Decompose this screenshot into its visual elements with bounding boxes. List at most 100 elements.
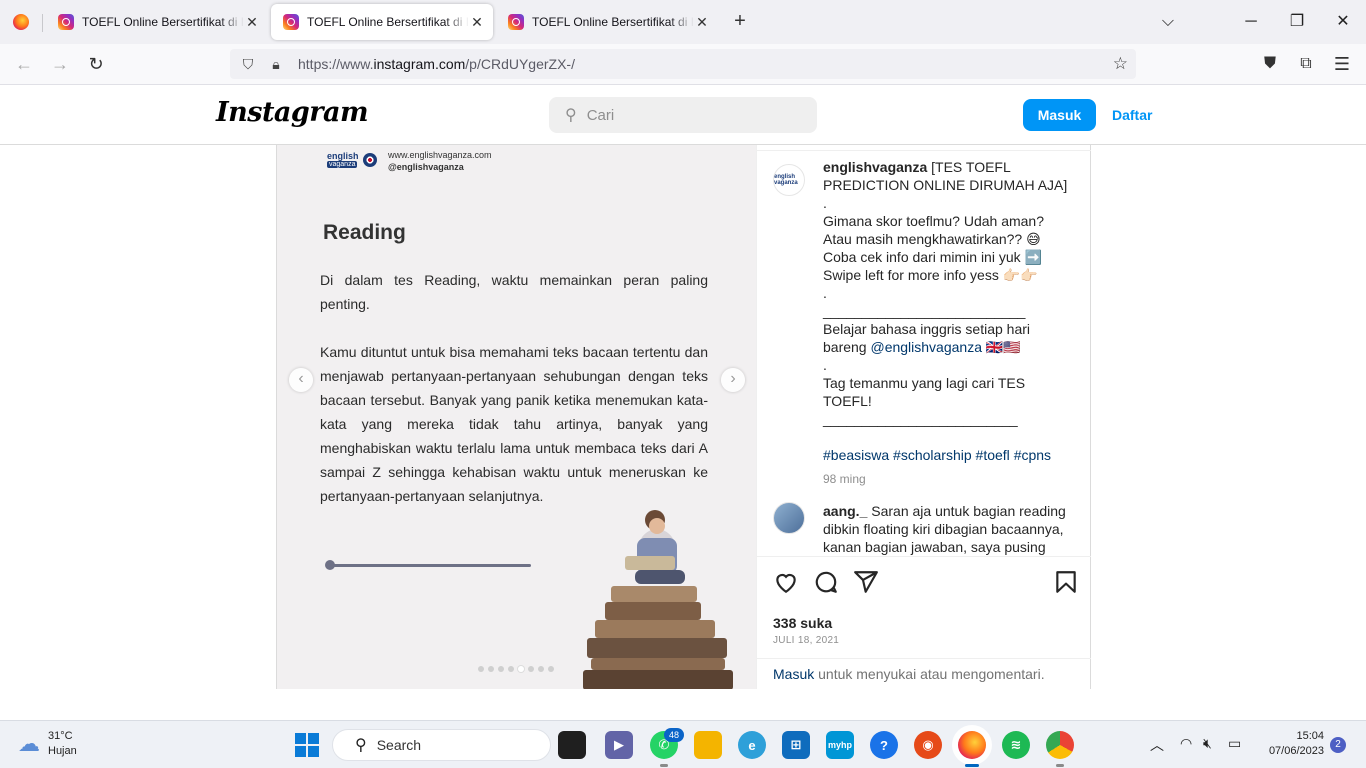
volume-muted-icon[interactable]: 🔇︎	[1203, 735, 1212, 752]
spotify-icon[interactable]: ≋	[1002, 731, 1030, 759]
commenter-username[interactable]: aang._	[823, 503, 867, 519]
minimize-icon[interactable]: ─	[1239, 10, 1263, 34]
login-button[interactable]: Masuk	[1023, 99, 1096, 131]
hashtag-link[interactable]: #cpns	[1014, 447, 1051, 463]
clock-date: 07/06/2023	[1268, 745, 1324, 757]
carousel-dot	[518, 666, 524, 672]
battery-icon[interactable]: ▭	[1228, 735, 1241, 752]
divider	[757, 150, 1091, 151]
hashtag-link[interactable]: #beasiswa	[823, 447, 889, 463]
forward-arrow-icon[interactable]: →	[48, 52, 72, 76]
chrome-icon[interactable]	[1046, 731, 1074, 767]
lock-icon[interactable]: 🔒︎	[266, 56, 286, 73]
share-icon[interactable]	[853, 569, 879, 595]
tab-close-icon[interactable]: ✕	[694, 14, 710, 31]
tab-1[interactable]: TOEFL Online Bersertifikat di Ins ✕	[46, 4, 268, 40]
brand-logo-text-top: english	[327, 151, 359, 161]
firefox-view-button[interactable]	[0, 0, 42, 44]
notification-badge[interactable]: 2	[1330, 737, 1346, 753]
post-container: english vaganza www.englishvaganza.com @…	[276, 137, 1091, 689]
tab-3[interactable]: TOEFL Online Bersertifikat di Ins ✕	[496, 4, 718, 40]
web-page: Instagram ⚲ Masuk Daftar english vaganza…	[0, 85, 1366, 720]
pocket-icon[interactable]: ⛊	[1258, 52, 1282, 76]
back-arrow-icon[interactable]: ←	[12, 52, 36, 76]
firefox-taskbar-icon[interactable]	[958, 731, 986, 767]
edge-browser-icon[interactable]: e	[738, 731, 766, 759]
mention-link[interactable]: @englishvaganza	[870, 339, 982, 355]
post-actions: 338 suka JULI 18, 2021	[757, 556, 1091, 658]
carousel-dot	[538, 666, 544, 672]
tray-overflow-chevron-icon[interactable]: ︿	[1150, 735, 1164, 755]
shield-icon[interactable]: ⛉	[238, 56, 258, 73]
reload-icon[interactable]: ↻	[84, 52, 108, 76]
search-input[interactable]	[586, 106, 787, 124]
caption-line: Belajar bahasa inggris setiap hari	[823, 321, 1031, 337]
myhp-icon[interactable]: myhp	[826, 731, 854, 759]
like-heart-icon[interactable]	[773, 569, 799, 595]
file-explorer-icon[interactable]	[694, 731, 722, 759]
caption-line: __________________________	[823, 303, 1026, 319]
commenter-avatar[interactable]	[773, 502, 805, 534]
post-carousel-image: english vaganza www.englishvaganza.com @…	[277, 138, 756, 689]
windows-start-icon[interactable]	[295, 733, 319, 757]
weather-widget[interactable]: ☁ 31°C Hujan	[18, 729, 77, 759]
carousel-next-button[interactable]: ›	[721, 368, 745, 392]
microsoft-store-icon[interactable]: ⊞	[782, 731, 810, 759]
carousel-dot	[508, 666, 514, 672]
brand-logo-text-bottom: vaganza	[327, 161, 358, 168]
get-help-icon[interactable]: ?	[870, 731, 898, 759]
signup-link[interactable]: Daftar	[1112, 107, 1152, 123]
firefox-icon	[13, 14, 29, 30]
instagram-logo[interactable]: Instagram	[216, 97, 369, 128]
browser-window: TOEFL Online Bersertifikat di Ins ✕ TOEF…	[0, 0, 1366, 720]
wifi-icon[interactable]: ◠	[1180, 735, 1192, 752]
comment-icon[interactable]	[813, 569, 839, 595]
tab-2[interactable]: TOEFL Online Bersertifikat di Ins ✕	[271, 4, 493, 40]
tab-title: TOEFL Online Bersertifikat di Ins	[532, 15, 694, 29]
likes-count[interactable]: 338 suka	[773, 615, 832, 631]
game-app-icon[interactable]: ◉	[914, 731, 942, 759]
clock-time: 15:04	[1296, 730, 1324, 742]
caption-line: Swipe left for more info yess 👉🏻👉🏻	[823, 267, 1038, 283]
mention-prefix: bareng	[823, 339, 871, 355]
new-tab-button[interactable]: +	[728, 10, 752, 34]
search-box[interactable]: ⚲	[549, 97, 817, 133]
login-link[interactable]: Masuk	[773, 666, 814, 682]
extensions-icon[interactable]: ⧉	[1294, 52, 1318, 76]
tab-close-icon[interactable]: ✕	[469, 14, 485, 31]
tab-close-icon[interactable]: ✕	[244, 14, 260, 31]
weather-condition: Hujan	[48, 745, 77, 757]
hashtag-link[interactable]: #scholarship	[893, 447, 972, 463]
menu-hamburger-icon[interactable]: ☰	[1330, 52, 1354, 76]
carousel-prev-button[interactable]: ‹	[289, 368, 313, 392]
caption-line: _________________________	[823, 411, 1018, 427]
caption-line: Gimana skor toeflmu? Udah aman?	[823, 213, 1044, 229]
carousel-dot	[488, 666, 494, 672]
close-window-icon[interactable]: ✕	[1331, 10, 1355, 34]
hashtag-link[interactable]: #toefl	[976, 447, 1010, 463]
instagram-favicon-icon	[508, 14, 524, 30]
taskbar-search[interactable]: ⚲ Search	[332, 729, 551, 761]
restore-icon[interactable]: ❐	[1285, 10, 1309, 34]
teams-chat-icon[interactable]: ▶	[605, 731, 633, 759]
instagram-header: Instagram ⚲ Masuk Daftar	[0, 85, 1366, 145]
post-date[interactable]: JULI 18, 2021	[773, 635, 839, 646]
bookmark-star-icon[interactable]: ☆	[1113, 54, 1128, 74]
post-caption: englishvaganza [TES TOEFL PREDICTION ONL…	[823, 158, 1073, 488]
author-username[interactable]: englishvaganza	[823, 159, 927, 175]
whatsapp-badge: 48	[664, 728, 684, 742]
system-clock[interactable]: 15:04 07/06/2023	[1258, 729, 1324, 759]
author-avatar[interactable]: english vaganza	[773, 164, 805, 196]
url-text[interactable]: https://www.instagram.com/p/CRdUYgerZX-/	[298, 56, 575, 72]
task-view-icon[interactable]	[558, 731, 586, 759]
url-bar[interactable]: ⛉ 🔒︎ https://www.instagram.com/p/CRdUYge…	[230, 49, 1136, 79]
save-bookmark-icon[interactable]	[1053, 569, 1079, 595]
navigation-bar: ← → ↻ ⛉ 🔒︎ https://www.instagram.com/p/C…	[0, 44, 1366, 85]
login-prompt: Masuk untuk menyukai atau mengomentari.	[757, 658, 1091, 689]
englishvaganza-logo: english vaganza	[327, 151, 379, 171]
avatar-text: english vaganza	[774, 174, 798, 186]
caption-time[interactable]: 98 ming	[823, 470, 1073, 488]
list-tabs-chevron-icon[interactable]: ⌵	[1156, 10, 1180, 34]
uk-flag-icon	[363, 153, 377, 167]
slide-decorative-line	[329, 564, 531, 567]
